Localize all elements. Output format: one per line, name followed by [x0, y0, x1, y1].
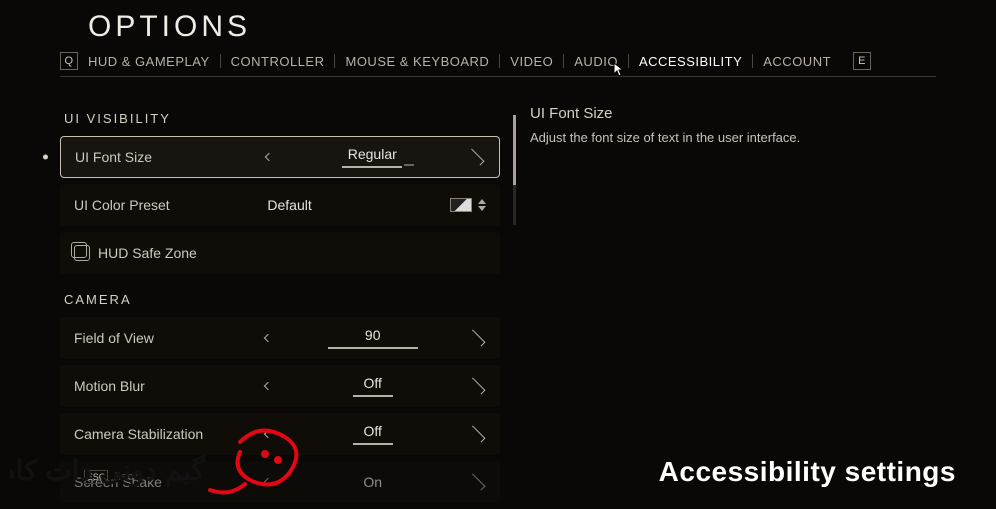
row-hud-safe-zone[interactable]: HUD Safe Zone: [60, 232, 500, 274]
esc-key[interactable]: ESC: [84, 470, 108, 484]
chevron-left-icon: [264, 334, 272, 342]
chevron-right-icon: [469, 426, 486, 443]
chevron-right-icon: [468, 149, 485, 166]
row-value: On: [363, 474, 382, 490]
divider: [499, 54, 500, 68]
row-value: Regular: [348, 146, 397, 162]
detail-title: UI Font Size: [530, 105, 936, 122]
caption-overlay: Accessibility settings: [659, 456, 956, 488]
row-value: Off: [363, 423, 381, 439]
option-indicator: [353, 395, 393, 397]
divider: [563, 54, 564, 68]
tab-accessibility[interactable]: ACCESSIBILITY: [639, 54, 742, 69]
option-indicator: [353, 443, 393, 445]
row-value: Off: [363, 375, 381, 391]
row-label: UI Font Size: [75, 149, 260, 165]
value-stepper[interactable]: [478, 199, 486, 211]
row-label: HUD Safe Zone: [98, 245, 283, 261]
divider: [752, 54, 753, 68]
divider: [628, 54, 629, 68]
row-label: Field of View: [74, 330, 259, 346]
settings-list: UI VISIBILITY UI Font Size Regular UI Co…: [60, 101, 500, 509]
page-title: OPTIONS: [88, 10, 936, 44]
chevron-right-icon: [469, 378, 486, 395]
chevron-left-icon: [264, 478, 272, 486]
prev-option-button[interactable]: [259, 431, 277, 437]
tab-account[interactable]: ACCOUNT: [763, 54, 831, 69]
next-option-button[interactable]: [467, 154, 485, 160]
next-option-button[interactable]: [468, 335, 486, 341]
tab-controller[interactable]: CONTROLLER: [231, 54, 325, 69]
safe-zone-icon: [74, 245, 90, 261]
detail-description: Adjust the font size of text in the user…: [530, 130, 936, 145]
chevron-up-icon: [478, 199, 486, 204]
tab-video[interactable]: VIDEO: [510, 54, 553, 69]
chevron-left-icon: [264, 153, 272, 161]
chevron-left-icon: [264, 382, 272, 390]
prev-option-button[interactable]: [259, 479, 277, 485]
row-label: UI Color Preset: [74, 197, 259, 213]
prev-tab-key[interactable]: Q: [60, 52, 78, 70]
color-swatch-icon: [450, 198, 472, 212]
divider: [334, 54, 335, 68]
chevron-right-icon: [469, 474, 486, 491]
footer-hints: ESC Back: [84, 470, 138, 484]
row-camera-stabilization[interactable]: Camera Stabilization Off: [60, 413, 500, 455]
row-motion-blur[interactable]: Motion Blur Off: [60, 365, 500, 407]
section-ui-visibility: UI VISIBILITY: [64, 111, 500, 126]
next-option-button[interactable]: [468, 431, 486, 437]
prev-option-button[interactable]: [259, 383, 277, 389]
next-tab-key[interactable]: E: [853, 52, 871, 70]
option-indicator: [342, 166, 402, 168]
prev-option-button[interactable]: [260, 154, 278, 160]
next-option-button[interactable]: [468, 383, 486, 389]
tab-bar: Q HUD & GAMEPLAY CONTROLLER MOUSE & KEYB…: [60, 52, 936, 77]
row-label: Camera Stabilization: [74, 426, 259, 442]
row-value: 90: [365, 327, 381, 343]
row-field-of-view[interactable]: Field of View 90: [60, 317, 500, 359]
row-ui-color-preset[interactable]: UI Color Preset Default: [60, 184, 500, 226]
tab-hud-gameplay[interactable]: HUD & GAMEPLAY: [88, 54, 210, 69]
esc-label: Back: [114, 471, 138, 483]
chevron-left-icon: [264, 430, 272, 438]
row-ui-font-size[interactable]: UI Font Size Regular: [60, 136, 500, 178]
row-value: Default: [267, 197, 311, 213]
prev-option-button[interactable]: [259, 335, 277, 341]
divider: [220, 54, 221, 68]
scrollbar[interactable]: [513, 115, 516, 225]
chevron-down-icon: [478, 206, 486, 211]
option-indicator: [328, 347, 418, 349]
row-label: Motion Blur: [74, 378, 259, 394]
section-camera: CAMERA: [64, 292, 500, 307]
tab-audio[interactable]: AUDIO: [574, 54, 618, 69]
next-option-button[interactable]: [468, 479, 486, 485]
setting-description-panel: UI Font Size Adjust the font size of tex…: [530, 101, 936, 509]
tab-mouse-keyboard[interactable]: MOUSE & KEYBOARD: [345, 54, 489, 69]
chevron-right-icon: [469, 330, 486, 347]
